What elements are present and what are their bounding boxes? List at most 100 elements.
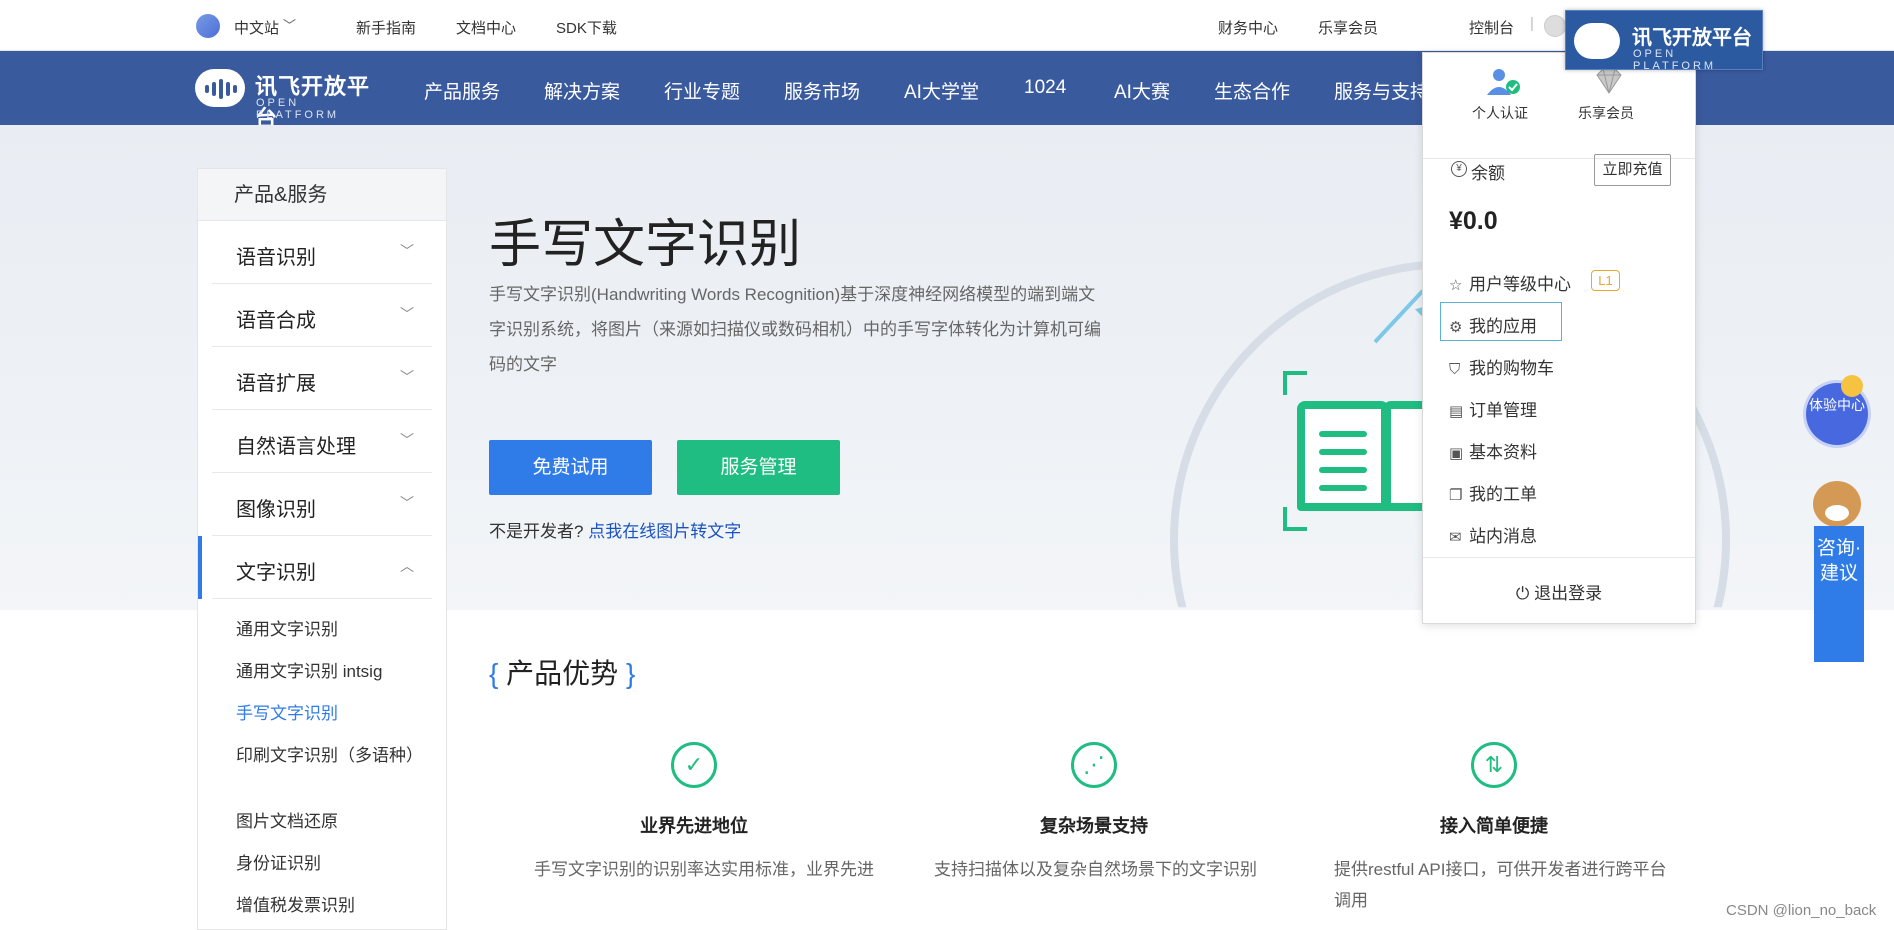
menu-item-profile[interactable]: ▣ 基本资料 <box>1449 438 1537 463</box>
menu-item-orders[interactable]: ▤ 订单管理 <box>1449 396 1537 421</box>
nav-industry[interactable]: 行业专题 <box>664 77 740 104</box>
user-dropdown-menu: 个人认证 乐享会员 ¥ 余额 立即充值 ¥0.0 ☆ 用户等级中心 L1 ⚙ 我的应… <box>1422 52 1696 624</box>
advantage-heading: 业界先进地位 <box>640 816 748 836</box>
nav-ai-contest[interactable]: AI大赛 <box>1114 77 1170 104</box>
member-link[interactable]: 乐享会员 <box>1318 17 1378 38</box>
sidebar-item-label: 语音扩展 <box>236 373 316 395</box>
page-title: 手写文字识别 <box>489 216 802 274</box>
sidebar-item-label: 自然语言处理 <box>236 436 356 458</box>
sidebar-subitem-printed-multilang[interactable]: 印刷文字识别（多语种） <box>236 744 423 768</box>
sidebar-item-nlp[interactable]: 自然语言处理 ﹀ <box>212 410 432 473</box>
chevron-down-icon: ﹀ <box>400 306 414 322</box>
profile-icon: ▣ <box>1449 445 1464 462</box>
sidebar-item-speech-extension[interactable]: 语音扩展 ﹀ <box>212 347 432 410</box>
console-link[interactable]: 控制台 <box>1469 17 1514 38</box>
not-developer-prompt: 不是开发者? 点我在线图片转文字 <box>489 517 741 542</box>
sidebar-item-image-recognition[interactable]: 图像识别 ﹀ <box>212 473 432 536</box>
badge-brand-name: 讯飞开放平台 <box>1632 27 1752 49</box>
avatar[interactable] <box>1544 15 1566 37</box>
docs-center-link[interactable]: 文档中心 <box>456 17 516 38</box>
sidebar-item-text-recognition[interactable]: 文字识别 ︿ <box>198 536 432 599</box>
free-trial-button[interactable]: 免费试用 <box>489 440 652 495</box>
power-icon: ⏻ <box>1515 584 1535 603</box>
globe-icon <box>196 14 220 38</box>
personal-auth-link[interactable]: 个人认证 <box>1472 103 1528 123</box>
sidebar-subitem-general-ocr[interactable]: 通用文字识别 <box>236 618 416 642</box>
consult-feedback-button[interactable]: 咨询·建议 <box>1814 526 1864 662</box>
diamond-icon <box>1591 67 1627 97</box>
check-circle-icon: ✓ <box>671 742 717 788</box>
advantage-heading: 复杂场景支持 <box>1040 816 1148 836</box>
divider <box>1423 557 1695 558</box>
floating-brand-badge: 讯飞开放平台 OPEN PLATFORM <box>1565 10 1763 72</box>
sidebar-header: 产品&服务 <box>198 169 446 221</box>
sidebar-item-label: 语音合成 <box>236 310 316 332</box>
menu-item-label: 用户等级中心 <box>1469 275 1571 294</box>
nav-products[interactable]: 产品服务 <box>424 77 500 104</box>
brand-subtitle: OPEN PLATFORM <box>256 97 340 121</box>
nav-ai-school[interactable]: AI大学堂 <box>904 77 979 104</box>
language-switch[interactable]: 中文站 <box>234 17 279 38</box>
beginner-guide-link[interactable]: 新手指南 <box>356 17 416 38</box>
menu-item-messages[interactable]: ✉ 站内消息 <box>1449 522 1537 547</box>
coin-icon: ¥ <box>1451 161 1467 177</box>
bracket-close: } <box>625 658 636 689</box>
share-nodes-icon: ⋰ <box>1071 742 1117 788</box>
sidebar-subitem-vat-invoice[interactable]: 增值税发票识别 <box>236 894 416 918</box>
balance-label: 余额 <box>1471 164 1505 183</box>
balance-amount: ¥0.0 <box>1449 207 1498 235</box>
mascot-icon <box>1805 475 1869 533</box>
product-description: 手写文字识别(Handwriting Words Recognition)基于深… <box>489 285 1101 374</box>
nav-1024[interactable]: 1024 <box>1024 77 1066 99</box>
gear-icon: ⚙ <box>1449 319 1463 336</box>
menu-item-label: 我的工单 <box>1469 485 1537 504</box>
sidebar-subitem-handwriting[interactable]: 手写文字识别 <box>236 702 416 726</box>
sidebar-subitem-document-restore[interactable]: 图片文档还原 <box>236 810 416 834</box>
advantages-title-text: 产品优势 <box>506 658 619 689</box>
sidebar-subitem-general-ocr-intsig[interactable]: 通用文字识别 intsig <box>236 660 416 684</box>
logout-button[interactable]: ⏻ 退出登录 <box>1423 579 1695 604</box>
logout-label: 退出登录 <box>1534 584 1603 603</box>
menu-item-cart[interactable]: ⛉ 我的购物车 <box>1449 354 1554 379</box>
recharge-button[interactable]: 立即充值 <box>1594 154 1671 186</box>
sdk-download-link[interactable]: SDK下载 <box>556 17 617 38</box>
product-sidebar: 产品&服务 语音识别 ﹀ 语音合成 ﹀ 语音扩展 ﹀ 自然语言处理 ﹀ 图像识别… <box>197 168 447 930</box>
sidebar-subitem-id-card[interactable]: 身份证识别 <box>236 852 416 876</box>
member-link[interactable]: 乐享会员 <box>1578 103 1634 123</box>
menu-item-label: 我的应用 <box>1469 317 1537 336</box>
mail-icon: ✉ <box>1449 529 1462 546</box>
service-management-button[interactable]: 服务管理 <box>677 440 840 495</box>
chevron-down-icon: ﹀ <box>400 243 414 259</box>
watermark: CSDN @lion_no_back <box>1726 902 1877 919</box>
nav-solutions[interactable]: 解决方案 <box>544 77 620 104</box>
sidebar-item-speech-synthesis[interactable]: 语音合成 ﹀ <box>212 284 432 347</box>
cart-icon: ⛉ <box>1449 361 1461 378</box>
menu-item-tickets[interactable]: ❐ 我的工单 <box>1449 480 1537 505</box>
advantage-text: 手写文字识别的识别率达实用标准，业界先进 <box>534 860 874 879</box>
bracket-open: { <box>489 658 499 689</box>
sidebar-item-speech-recognition[interactable]: 语音识别 ﹀ <box>212 221 432 284</box>
advantages-title: { 产品优势 } <box>489 652 635 692</box>
advantage-text: 支持扫描体以及复杂自然场景下的文字识别 <box>934 860 1257 879</box>
nav-market[interactable]: 服务市场 <box>784 77 860 104</box>
chevron-down-icon[interactable]: ﹀ <box>283 15 296 34</box>
chevron-up-icon: ︿ <box>400 558 414 574</box>
chevron-down-icon: ﹀ <box>400 495 414 511</box>
badge-brand-subtitle: OPEN PLATFORM <box>1633 48 1717 72</box>
menu-item-label: 基本资料 <box>1469 443 1537 462</box>
brand-logo[interactable]: 讯飞开放平台 OPEN PLATFORM <box>195 65 385 131</box>
menu-item-level-center[interactable]: ☆ 用户等级中心 <box>1449 270 1571 295</box>
sidebar-item-label: 文字识别 <box>236 562 316 584</box>
chevron-down-icon: ﹀ <box>400 432 414 448</box>
finance-center-link[interactable]: 财务中心 <box>1218 17 1278 38</box>
menu-item-label: 我的购物车 <box>1469 359 1554 378</box>
sidebar-item-label: 语音识别 <box>236 247 316 269</box>
level-badge: L1 <box>1591 270 1620 291</box>
advantage-heading: 接入简单便捷 <box>1440 816 1548 836</box>
menu-item-my-apps[interactable]: ⚙ 我的应用 <box>1449 312 1537 337</box>
online-ocr-link[interactable]: 点我在线图片转文字 <box>588 522 741 541</box>
nav-ecosystem[interactable]: 生态合作 <box>1214 77 1290 104</box>
transfer-arrows-icon: ⇅ <box>1471 742 1517 788</box>
nav-support[interactable]: 服务与支持 <box>1334 77 1429 104</box>
verified-user-icon <box>1485 67 1521 97</box>
